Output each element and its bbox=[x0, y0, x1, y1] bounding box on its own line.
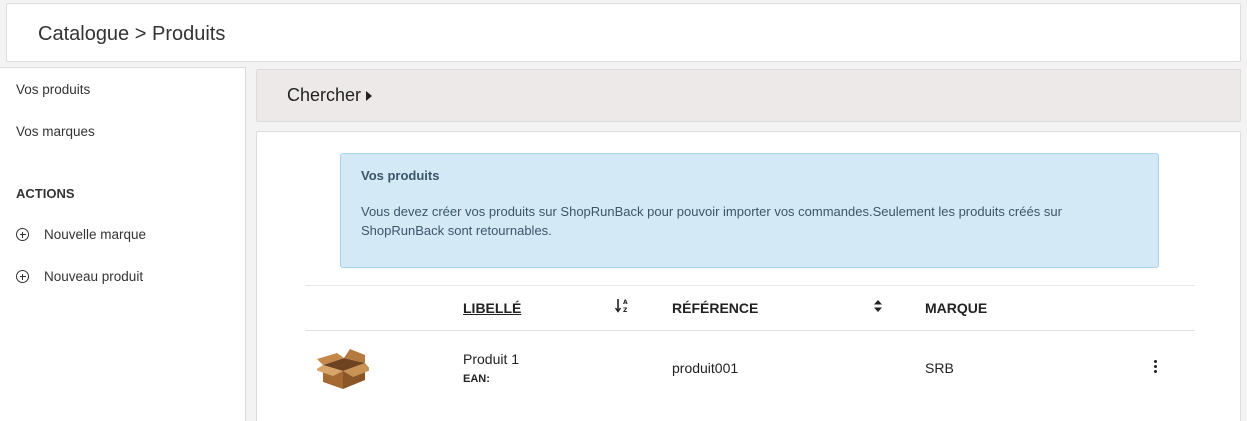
new-product-button[interactable]: Nouveau produit bbox=[16, 269, 143, 284]
plus-circle-icon bbox=[16, 228, 29, 241]
search-panel[interactable]: Chercher bbox=[256, 69, 1241, 122]
sidebar-item-vos-marques[interactable]: Vos marques bbox=[16, 124, 95, 139]
product-ean-label: EAN: bbox=[463, 373, 490, 385]
search-toggle[interactable]: Chercher bbox=[287, 85, 373, 106]
plus-circle-icon bbox=[16, 270, 29, 283]
products-content: Vos produits Vous devez créer vos produi… bbox=[256, 131, 1241, 421]
products-table: LIBELLÉ A Z RÉFÉRENCE MARQUE Produit 1 E… bbox=[305, 285, 1195, 406]
column-header-label[interactable]: LIBELLÉ bbox=[463, 300, 521, 316]
sort-alpha-icon[interactable]: A Z bbox=[615, 297, 629, 315]
product-name[interactable]: Produit 1 bbox=[463, 351, 519, 367]
sidebar-item-vos-produits[interactable]: Vos produits bbox=[16, 82, 90, 97]
table-header: LIBELLÉ A Z RÉFÉRENCE MARQUE bbox=[305, 285, 1195, 331]
column-header-brand[interactable]: MARQUE bbox=[925, 300, 987, 316]
svg-text:Z: Z bbox=[623, 307, 628, 314]
more-options-icon[interactable] bbox=[1154, 360, 1158, 374]
product-brand: SRB bbox=[925, 360, 954, 376]
cardboard-box-icon bbox=[317, 349, 369, 389]
svg-text:A: A bbox=[623, 299, 628, 306]
caret-right-icon bbox=[366, 90, 373, 101]
alert-title: Vos produits bbox=[361, 168, 440, 183]
search-title: Chercher bbox=[287, 85, 362, 105]
new-brand-button[interactable]: Nouvelle marque bbox=[16, 227, 146, 242]
sort-icon[interactable] bbox=[873, 299, 883, 313]
page-header: Catalogue > Produits bbox=[6, 3, 1241, 62]
product-reference: produit001 bbox=[672, 360, 739, 376]
actions-heading: ACTIONS bbox=[16, 186, 75, 201]
new-brand-label: Nouvelle marque bbox=[44, 227, 147, 242]
column-header-reference[interactable]: RÉFÉRENCE bbox=[672, 300, 758, 316]
alert-body: Vous devez créer vos produits sur ShopRu… bbox=[361, 204, 1062, 238]
breadcrumb: Catalogue > Produits bbox=[38, 23, 226, 45]
new-product-label: Nouveau produit bbox=[44, 269, 144, 284]
table-row[interactable]: Produit 1 EAN: produit001 SRB bbox=[305, 331, 1195, 406]
info-alert: Vos produits Vous devez créer vos produi… bbox=[340, 153, 1159, 268]
sidebar: Vos produits Vos marques ACTIONS Nouvell… bbox=[0, 67, 246, 421]
